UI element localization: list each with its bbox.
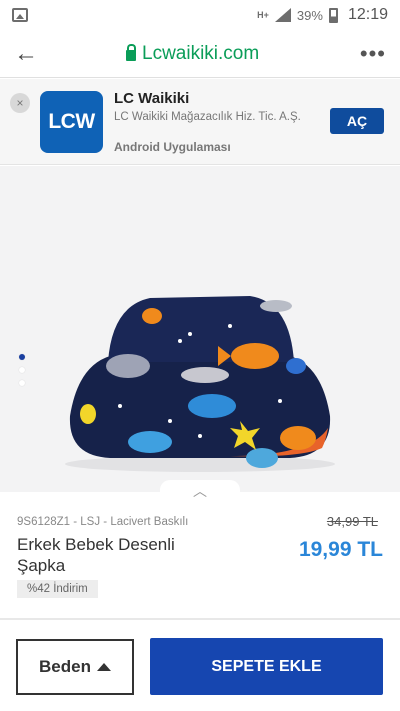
lock-icon bbox=[126, 44, 136, 61]
carousel-dot[interactable] bbox=[19, 380, 25, 386]
more-dots-icon[interactable]: ••• bbox=[360, 41, 386, 67]
old-price: 34,99 TL bbox=[326, 514, 378, 529]
browser-toolbar: ← Lcwaikiki.com ••• bbox=[0, 30, 400, 78]
app-publisher: LC Waikiki Mağazacılık Hiz. Tic. A.Ş. bbox=[114, 111, 301, 123]
signal-icon bbox=[274, 8, 291, 22]
carousel-dot[interactable] bbox=[19, 367, 25, 373]
carousel-dot[interactable] bbox=[19, 354, 25, 360]
add-to-cart-button[interactable]: SEPETE EKLE bbox=[150, 638, 383, 695]
product-sku: 9S6128Z1 - LSJ - Lacivert Baskılı bbox=[17, 516, 189, 528]
size-select-button[interactable]: Beden bbox=[16, 639, 134, 695]
new-price: 19,99 TL bbox=[298, 538, 383, 561]
battery-percent: 39% bbox=[296, 7, 323, 23]
app-platform: Android Uygulaması bbox=[114, 140, 231, 154]
carousel-indicators bbox=[19, 354, 25, 386]
url-text[interactable]: Lcwaikiki.com bbox=[142, 43, 259, 65]
product-image-carousel[interactable] bbox=[0, 166, 400, 492]
discount-badge: %42 İndirim bbox=[17, 580, 98, 598]
product-name: Erkek Bebek Desenli Şapka bbox=[17, 535, 175, 575]
url-bar[interactable]: Lcwaikiki.com bbox=[126, 43, 259, 65]
status-bar: H+ 39% 12:19 bbox=[0, 0, 400, 30]
action-bar: Beden SEPETE EKLE bbox=[0, 620, 400, 711]
battery-icon bbox=[328, 7, 338, 23]
bucket-hat-image bbox=[65, 296, 335, 472]
size-label: Beden bbox=[39, 657, 91, 676]
app-title: LC Waikiki bbox=[114, 90, 190, 107]
status-indicators: H+ 39% 12:19 bbox=[257, 6, 388, 24]
caret-up-icon bbox=[96, 663, 111, 671]
image-icon bbox=[12, 8, 28, 22]
app-install-banner: × LCW LC Waikiki LC Waikiki Mağazacılık … bbox=[0, 79, 400, 165]
close-icon[interactable]: × bbox=[10, 93, 30, 113]
open-app-button[interactable]: AÇ bbox=[330, 108, 384, 134]
back-arrow-icon[interactable]: ← bbox=[14, 41, 38, 65]
network-type: H+ bbox=[257, 9, 269, 20]
chevron-up-icon[interactable]: ︿ bbox=[160, 480, 240, 502]
clock: 12:19 bbox=[347, 6, 388, 23]
product-info: 9S6128Z1 - LSJ - Lacivert Baskılı Erkek … bbox=[0, 502, 400, 618]
app-logo: LCW bbox=[40, 91, 103, 153]
